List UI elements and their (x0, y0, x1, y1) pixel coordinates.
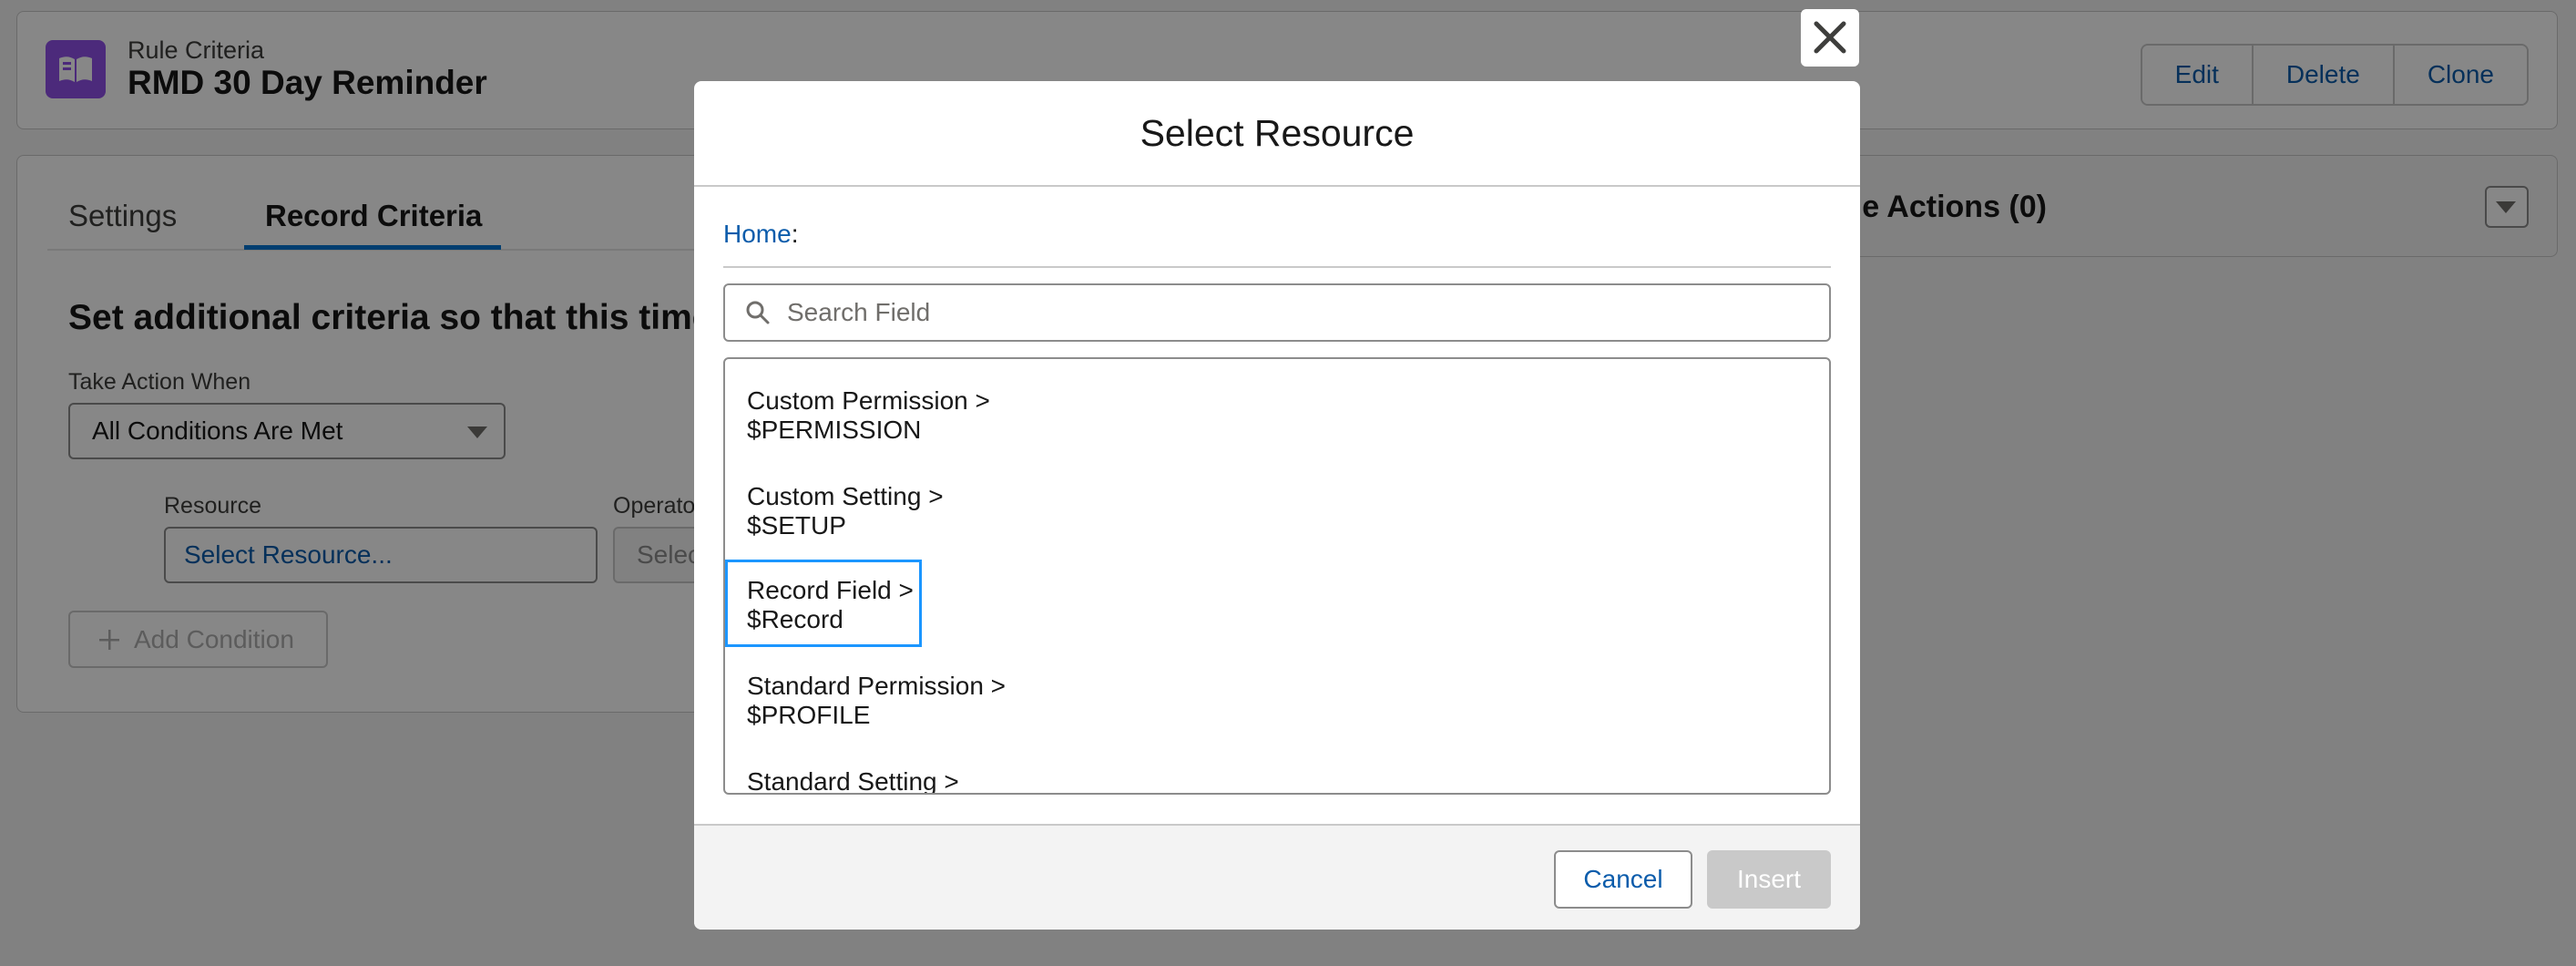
search-field-wrapper (723, 283, 1831, 342)
search-icon (746, 301, 770, 324)
select-resource-modal: Select Resource Home: Custom Permission … (694, 81, 1860, 930)
focus-indicator (725, 560, 922, 647)
resource-item-value: $PROFILE (747, 701, 871, 729)
resource-item-label: Custom Setting > (747, 482, 944, 510)
resource-item-standard-setting[interactable]: Standard Setting > (725, 767, 1829, 795)
breadcrumb-divider (723, 266, 1831, 268)
resource-item-custom-setting[interactable]: Custom Setting > $SETUP (725, 482, 1829, 548)
resource-item-custom-permission[interactable]: Custom Permission > $PERMISSION (725, 386, 1829, 452)
breadcrumb-separator: : (791, 220, 799, 248)
resource-list: Custom Permission > $PERMISSION Custom S… (723, 357, 1831, 795)
breadcrumb: Home: (723, 220, 798, 249)
modal-header: Select Resource (694, 81, 1860, 187)
insert-button[interactable]: Insert (1707, 850, 1831, 909)
resource-item-label: Custom Permission > (747, 386, 990, 415)
cancel-button[interactable]: Cancel (1554, 850, 1692, 909)
breadcrumb-home-link[interactable]: Home (723, 220, 792, 248)
resource-item-label: Standard Setting > (747, 767, 959, 795)
close-modal-button[interactable] (1801, 9, 1859, 67)
resource-item-standard-permission[interactable]: Standard Permission > $PROFILE (725, 672, 1829, 737)
resource-item-value: $SETUP (747, 511, 846, 540)
resource-item-value: $PERMISSION (747, 416, 922, 444)
close-icon (1814, 21, 1846, 54)
modal-title: Select Resource (1140, 111, 1415, 154)
resource-item-label: Standard Permission > (747, 672, 1007, 700)
search-field-input[interactable] (785, 297, 1791, 328)
